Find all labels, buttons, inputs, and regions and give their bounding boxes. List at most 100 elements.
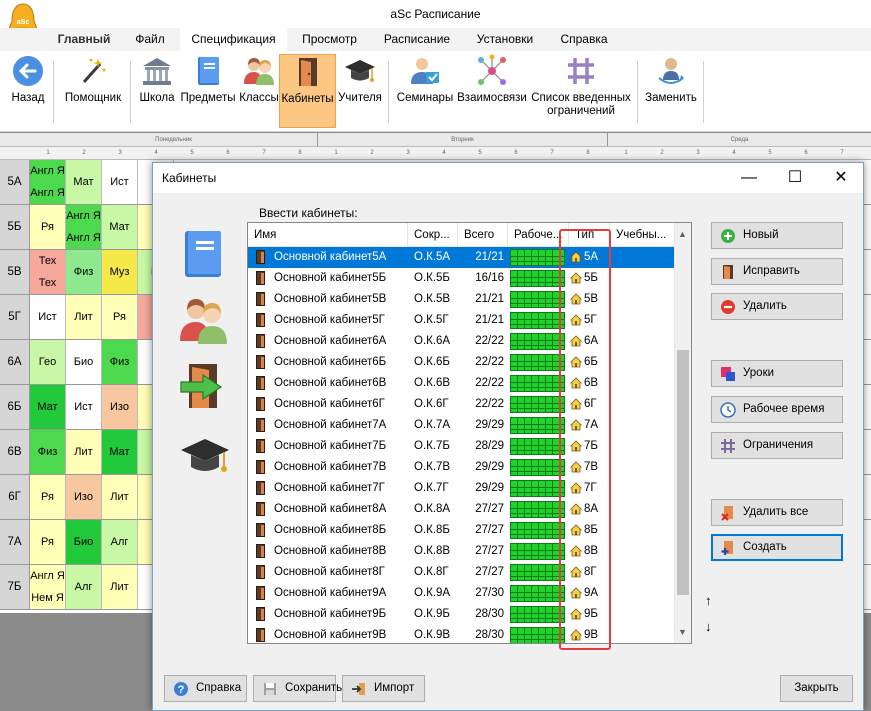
menu-tab-view[interactable]: Просмотр [292,28,367,51]
worktime-grid-indicator [510,354,565,371]
lesson-card[interactable]: Англ Я Англ Я [30,160,66,204]
lesson-card[interactable]: Ря [30,475,66,519]
scroll-up-icon[interactable]: ▲ [678,229,687,239]
dialog-title: Кабинеты [162,171,217,185]
ribbon-wizard-button[interactable]: Помощник [60,54,126,128]
lesson-card[interactable]: Лит [102,565,138,609]
lesson-card[interactable]: Физ [66,250,102,294]
column-header-classes[interactable]: Учебны... [610,223,675,247]
edit-room-button[interactable]: Исправить [711,258,843,285]
menu-tab-specification[interactable]: Спецификация [180,28,287,51]
ribbon-school-button[interactable]: Школа [136,54,178,128]
delete-room-button[interactable]: Удалить [711,293,843,320]
ribbon-back-button[interactable]: Назад [6,54,50,128]
menu-tab-file[interactable]: Файл [124,28,176,51]
lesson-card[interactable]: Мат [30,385,66,429]
close-button[interactable]: Закрыть [780,675,853,702]
lesson-card[interactable]: Алг [102,520,138,564]
lesson-card[interactable]: Мат [66,160,102,204]
lesson-card[interactable]: Лит [102,475,138,519]
scroll-down-icon[interactable]: ▼ [678,627,687,637]
close-window-button[interactable]: ✕ [818,163,864,193]
lesson-card[interactable]: Мат [102,430,138,474]
door-add-icon [721,541,733,555]
class-name-cell[interactable]: 5Б [0,205,30,249]
maximize-button[interactable]: ☐ [772,163,818,193]
lesson-card[interactable]: Муз [102,250,138,294]
menu-tab-home[interactable]: Главный [50,28,118,51]
class-name-cell[interactable]: 5А [0,160,30,204]
class-name-cell[interactable]: 7А [0,520,30,564]
lesson-card[interactable]: Лит [66,430,102,474]
create-button[interactable]: Создать [711,534,843,561]
lesson-card[interactable]: Ря [30,205,66,249]
graduation-cap-icon[interactable] [179,431,231,479]
move-up-arrow[interactable]: ↑ [705,593,712,608]
lesson-card[interactable]: Физ [102,340,138,384]
column-header-short[interactable]: Сокр... [408,223,458,247]
ribbon-constraints-list-button[interactable]: Список введенных ограничений [530,54,632,128]
new-room-button[interactable]: Новый [711,222,843,249]
worktime-grid-indicator [510,564,565,581]
move-down-arrow[interactable]: ↓ [705,619,712,634]
lesson-card[interactable]: Ист [66,385,102,429]
period-number: 6 [514,150,518,156]
save-button[interactable]: Сохранить [253,675,342,702]
work-time-button[interactable]: Рабочее время [711,396,843,423]
menu-tab-help[interactable]: Справка [550,28,618,51]
constraints-button[interactable]: Ограничения [711,432,843,459]
lesson-card[interactable]: Англ Я Нем Я [30,565,66,609]
lesson-card[interactable]: Мат [102,205,138,249]
room-name: Основной кабинет7А [274,419,387,431]
lesson-card[interactable]: Ист [30,295,66,339]
menu-tab-settings[interactable]: Установки [466,28,544,51]
lesson-card[interactable]: Лит [66,295,102,339]
lesson-card[interactable]: Гео [30,340,66,384]
lesson-card[interactable]: Изо [66,475,102,519]
column-header-name[interactable]: Имя [248,223,408,247]
ribbon-constraints-list-label: Список введенных ограничений [531,92,631,117]
ribbon-teachers-button[interactable]: Учителя [337,54,383,128]
book-icon [198,57,219,85]
class-name-cell[interactable]: 6В [0,430,30,474]
menu-tab-schedule[interactable]: Расписание [373,28,461,51]
ribbon-replace-button[interactable]: Заменить [642,54,700,128]
lessons-button[interactable]: Уроки [711,360,843,387]
ribbon-classes-button[interactable]: Классы [238,54,280,128]
class-name-cell[interactable]: 5В [0,250,30,294]
people-icon[interactable] [179,295,229,347]
help-button[interactable]: ? Справка [164,675,247,702]
lesson-card[interactable]: Ря [102,295,138,339]
lesson-card[interactable]: Био [66,340,102,384]
lesson-card[interactable]: Тех Тех [30,250,66,294]
book-icon[interactable] [179,229,227,279]
ribbon-seminars-button[interactable]: Семинары [395,54,455,128]
ribbon-relations-button[interactable]: Взаимосвязи [456,54,528,128]
class-name-cell[interactable]: 5Г [0,295,30,339]
scrollbar-thumb[interactable] [677,350,689,595]
class-name-cell[interactable]: 6Г [0,475,30,519]
lesson-card[interactable]: Изо [102,385,138,429]
lesson-card[interactable]: Ря [30,520,66,564]
delete-all-button[interactable]: Удалить все [711,499,843,526]
import-button[interactable]: Импорт [342,675,425,702]
door-icon [256,397,265,411]
period-number: 5 [768,150,772,156]
door-enter-icon[interactable] [179,361,229,411]
import-label: Импорт [374,682,415,694]
lesson-card[interactable]: Алг [66,565,102,609]
class-name-cell[interactable]: 6Б [0,385,30,429]
room-name: Основной кабинет8А [274,503,387,515]
lesson-card[interactable]: Ист [102,160,138,204]
lesson-card[interactable]: Био [66,520,102,564]
rooms-grid-scrollbar[interactable]: ▲ ▼ [674,223,691,643]
column-header-total[interactable]: Всего [458,223,508,247]
minimize-button[interactable]: — [726,163,772,193]
class-name-cell[interactable]: 6А [0,340,30,384]
ribbon-subjects-button[interactable]: Предметы [179,54,237,128]
lesson-card[interactable]: Англ Я Англ Я [66,205,102,249]
lesson-card[interactable]: Физ [30,430,66,474]
ribbon-rooms-button[interactable]: Кабинеты [279,54,336,128]
class-name-cell[interactable]: 7Б [0,565,30,609]
app-window: aSc aSc Расписание Главный Файл Специфик… [0,0,871,711]
